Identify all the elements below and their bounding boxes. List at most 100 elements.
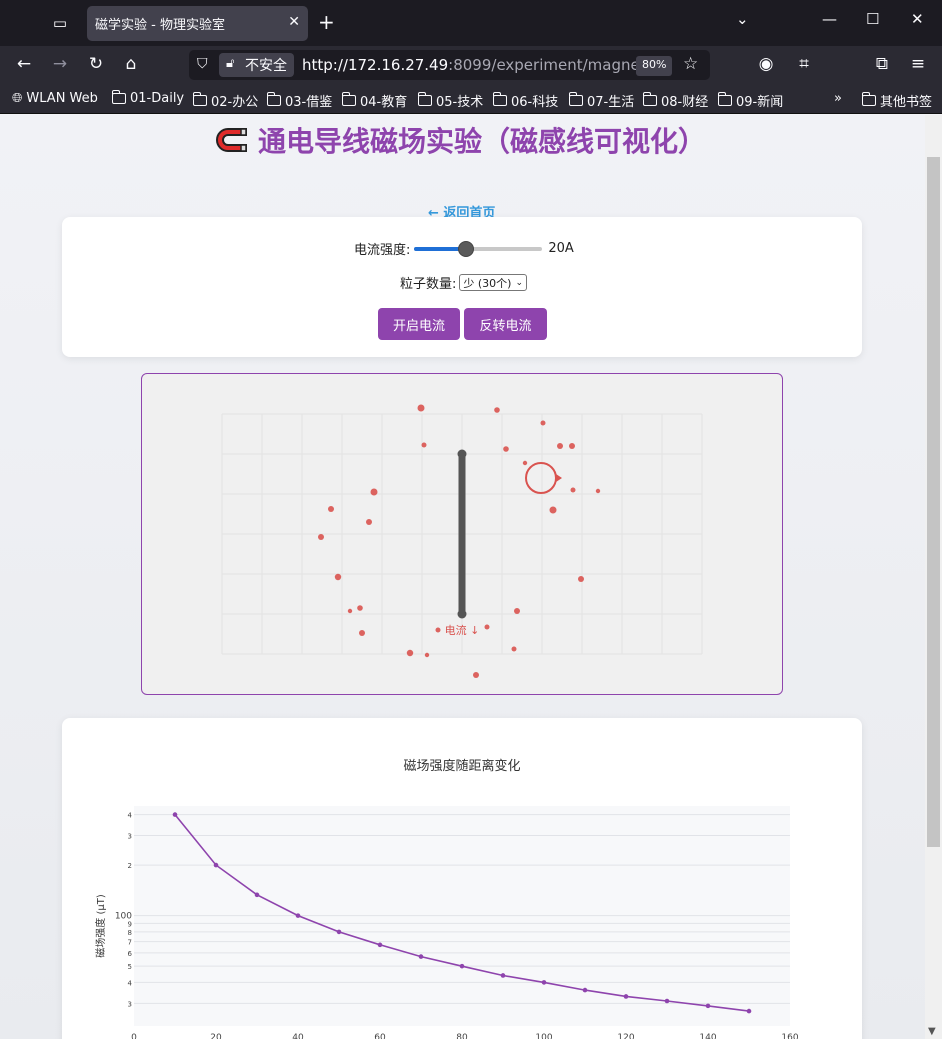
url-text[interactable]: http://172.16.27.49:8099/experiment/magn… <box>302 56 646 74</box>
extensions-icon[interactable]: ⧉ <box>870 54 894 74</box>
folder-icon <box>642 92 657 106</box>
bookmark-folder[interactable]: 08-财经 <box>642 91 708 110</box>
field-particle <box>357 605 363 611</box>
data-point <box>254 892 260 898</box>
x-tick-label: 140 <box>699 1033 716 1039</box>
field-particle <box>347 608 353 614</box>
bookmark-folder[interactable]: 04-教育 <box>341 91 408 110</box>
bookmark-folder[interactable]: 03-借鉴 <box>266 91 333 110</box>
current-control: 电流强度: 20A <box>354 239 574 258</box>
field-particle <box>366 519 372 525</box>
field-visualization: 电流 ↓ <box>221 404 703 678</box>
account-icon[interactable]: ◉ <box>754 54 778 74</box>
field-particle <box>578 576 584 582</box>
globe-icon: 🌐︎ <box>12 91 23 106</box>
data-point <box>377 942 383 948</box>
bookmark-folder[interactable]: 01-Daily <box>111 90 185 106</box>
close-window-icon[interactable]: ✕ <box>911 10 924 28</box>
bookmark-label: 02-办公 <box>211 95 259 110</box>
field-particle <box>540 420 546 426</box>
bookmark-label: 07-生活 <box>587 95 635 110</box>
screenshot-crop-icon[interactable]: ⌗ <box>792 54 816 74</box>
bookmark-star-icon[interactable]: ☆ <box>683 54 698 74</box>
bookmark-folder[interactable]: 05-技术 <box>417 91 483 110</box>
field-particle <box>318 534 324 540</box>
field-particle <box>406 649 414 657</box>
bookmark-label: 03-借鉴 <box>285 95 333 110</box>
menu-icon[interactable]: ≡ <box>906 54 930 74</box>
bookmark-folder[interactable]: 06-科技 <box>492 91 559 110</box>
bookmark-label: 09-新闻 <box>736 95 784 110</box>
chart-title: 磁场强度随距离变化 <box>403 759 521 774</box>
close-tab-icon[interactable]: ✕ <box>288 14 300 30</box>
home-icon[interactable]: ⌂ <box>119 54 143 74</box>
field-particle <box>557 443 563 449</box>
field-particle <box>503 446 509 452</box>
start-current-button[interactable]: 开启电流 <box>378 308 460 340</box>
data-point <box>705 1003 711 1009</box>
current-direction-label: 电流 ↓ <box>445 623 480 637</box>
slider-thumb[interactable] <box>457 240 474 257</box>
particles-selected: 少 (30个) <box>463 276 512 290</box>
bookmark-folder[interactable]: 09-新闻 <box>717 91 784 110</box>
x-tick-label: 0 <box>131 1033 137 1039</box>
back-arrow-icon[interactable]: ← <box>12 54 36 74</box>
url-bar[interactable]: ⛉ 🔓︎ 不安全 http://172.16.27.49:8099/experi… <box>189 50 710 80</box>
y-tick-label: 3 <box>128 833 132 841</box>
data-point <box>664 998 670 1004</box>
current-slider[interactable] <box>414 240 543 257</box>
bookmark-folder[interactable]: 02-办公 <box>192 91 259 110</box>
reload-icon[interactable]: ↻ <box>84 54 108 74</box>
bookmarks-overflow-icon[interactable]: » <box>834 91 842 106</box>
bookmark-label: 01-Daily <box>130 91 185 106</box>
particles-select[interactable]: 少 (30个) ⌄ <box>459 274 528 291</box>
y-axis-label: 磁场强度 (μT) <box>94 894 107 958</box>
y-tick-label: 4 <box>128 979 133 987</box>
new-tab-icon[interactable]: + <box>318 11 335 33</box>
y-tick-label: 5 <box>128 963 132 971</box>
tab-overflow-chevron-icon[interactable]: ⌄ <box>736 10 749 28</box>
folder-icon <box>861 92 876 106</box>
folder-icon <box>192 92 207 106</box>
field-particle <box>570 487 576 493</box>
magnetic-field-canvas[interactable]: 电流 ↓ <box>141 373 783 695</box>
scrollbar-thumb[interactable] <box>927 157 940 847</box>
shield-icon[interactable]: ⛉ <box>197 56 208 72</box>
zoom-level[interactable]: 80% <box>636 56 673 76</box>
x-tick-label: 160 <box>781 1033 798 1039</box>
field-particle <box>569 443 575 449</box>
y-tick-label: 4 <box>128 812 133 820</box>
tab-list-icon[interactable]: ▭ <box>44 8 76 38</box>
bookmark-label: 04-教育 <box>360 95 408 110</box>
current-value: 20A <box>548 241 574 256</box>
x-tick-label: 40 <box>292 1033 304 1039</box>
lock-insecure-icon: 🔓︎ <box>226 56 235 71</box>
control-panel: 电流强度: 20A 粒子数量: 少 (30个) ⌄ 开启电流 反转电流 <box>62 217 862 357</box>
folder-icon <box>266 92 281 106</box>
tab-active[interactable]: 磁学实验 - 物理实验室 ✕ <box>87 6 308 41</box>
bookmark-wlan[interactable]: 🌐︎ WLAN Web <box>12 91 98 106</box>
data-point <box>418 954 424 959</box>
page-title-text: 通电导线磁场实验（磁感线可视化） <box>258 125 707 158</box>
reverse-current-button[interactable]: 反转电流 <box>464 308 547 340</box>
field-particle <box>328 506 334 512</box>
scroll-down-arrow-icon[interactable]: ▼ <box>928 1026 936 1037</box>
bookmark-folder[interactable]: 07-生活 <box>568 91 635 110</box>
bookmark-folder-other[interactable]: 其他书签 <box>861 91 932 110</box>
page-scrollbar[interactable]: ▼ <box>925 115 942 1039</box>
minimize-icon[interactable]: — <box>822 10 837 28</box>
data-point <box>623 994 629 999</box>
field-particle <box>334 573 342 581</box>
field-particle <box>595 488 601 494</box>
field-particle <box>494 407 500 413</box>
folder-icon <box>111 90 126 104</box>
data-point <box>746 1008 752 1014</box>
folder-icon <box>568 92 583 106</box>
field-direction-arrow <box>556 474 562 482</box>
forward-arrow-icon[interactable]: → <box>48 54 72 74</box>
maximize-icon[interactable]: ☐ <box>866 10 879 28</box>
bookmark-label: 06-科技 <box>511 95 559 110</box>
data-point <box>295 913 301 918</box>
current-label: 电流强度: <box>354 243 411 258</box>
insecure-badge[interactable]: 🔓︎ 不安全 <box>219 53 294 77</box>
